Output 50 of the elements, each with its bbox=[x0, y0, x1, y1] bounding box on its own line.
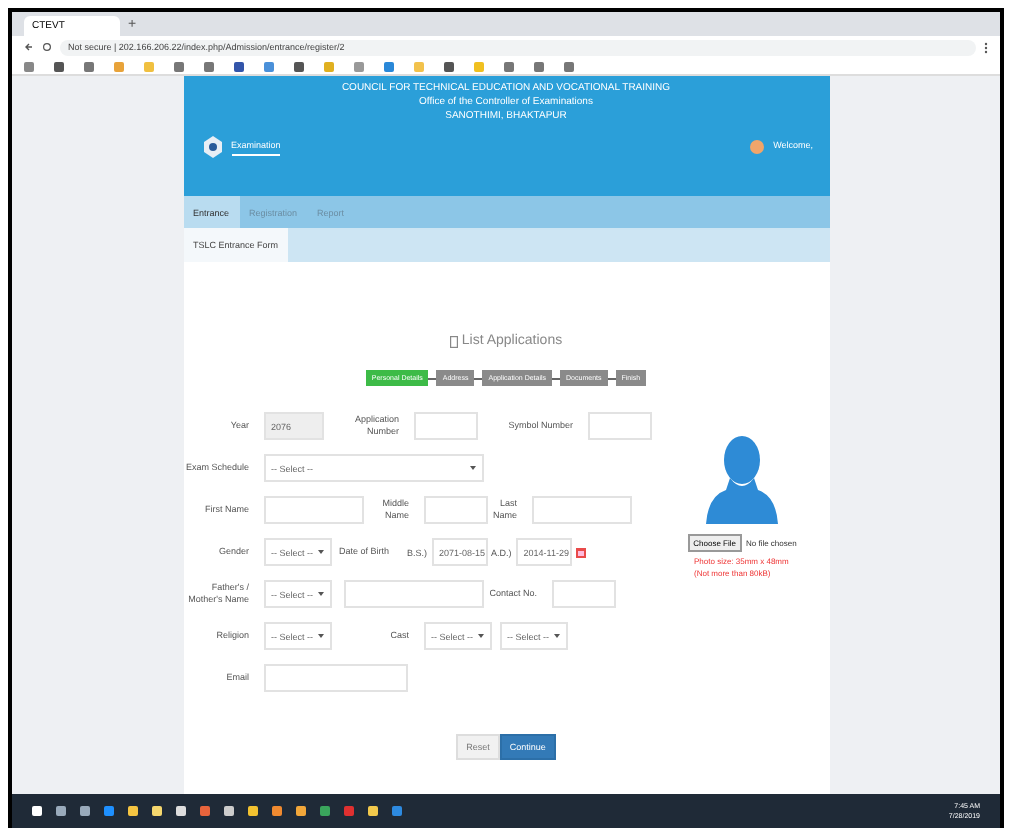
taskbar-app-icon[interactable] bbox=[152, 806, 162, 816]
bookmark-icon[interactable] bbox=[564, 61, 574, 71]
bookmark-icon[interactable] bbox=[24, 61, 34, 71]
avatar-icon bbox=[749, 140, 764, 154]
caret-icon bbox=[317, 550, 323, 554]
taskbar-app-icon[interactable] bbox=[248, 806, 258, 816]
taskbar-app-icon[interactable] bbox=[176, 806, 186, 816]
calendar-icon[interactable] bbox=[575, 547, 586, 557]
bookmark-icon[interactable] bbox=[84, 61, 94, 71]
taskbar-app-icon[interactable] bbox=[296, 806, 306, 816]
bookmark-icon[interactable] bbox=[174, 61, 184, 71]
taskbar-app-icon[interactable] bbox=[368, 806, 378, 816]
taskbar-app-icon[interactable] bbox=[320, 806, 330, 816]
taskbar-app-icon[interactable] bbox=[128, 806, 138, 816]
input-field[interactable] bbox=[263, 664, 407, 692]
caret-icon bbox=[477, 634, 483, 638]
bookmark-icon[interactable] bbox=[534, 61, 544, 71]
bookmark-icon[interactable] bbox=[384, 61, 394, 71]
input-field[interactable] bbox=[343, 580, 483, 608]
taskbar-app-icon[interactable] bbox=[104, 806, 114, 816]
input-field[interactable] bbox=[263, 496, 363, 524]
taskbar-app-icon[interactable] bbox=[200, 806, 210, 816]
input-field[interactable] bbox=[413, 412, 477, 440]
taskbar-app-icon[interactable] bbox=[272, 806, 282, 816]
taskbar-app-icon[interactable] bbox=[32, 806, 42, 816]
person-silhouette-icon bbox=[704, 434, 780, 524]
bookmark-icon[interactable] bbox=[54, 61, 64, 71]
bookmark-icon[interactable] bbox=[264, 61, 274, 71]
reload-icon[interactable] bbox=[42, 42, 52, 52]
taskbar-app-icon[interactable] bbox=[224, 806, 234, 816]
emblem-icon bbox=[203, 136, 221, 158]
input-field[interactable] bbox=[587, 412, 651, 440]
back-icon[interactable] bbox=[24, 42, 34, 52]
input-field[interactable] bbox=[531, 496, 631, 524]
caret-icon bbox=[553, 634, 559, 638]
input-field[interactable] bbox=[423, 496, 487, 524]
caret-icon bbox=[317, 634, 323, 638]
bookmark-icon[interactable] bbox=[204, 61, 214, 71]
input-field[interactable] bbox=[551, 580, 615, 608]
bookmark-icon[interactable] bbox=[294, 61, 304, 71]
taskbar-app-icon[interactable] bbox=[344, 806, 354, 816]
taskbar-app-icon[interactable] bbox=[392, 806, 402, 816]
bookmark-icon[interactable] bbox=[444, 61, 454, 71]
caret-icon bbox=[317, 592, 323, 596]
bookmark-icon[interactable] bbox=[504, 61, 514, 71]
list-icon bbox=[449, 335, 458, 347]
taskbar-app-icon[interactable] bbox=[56, 806, 66, 816]
taskbar-app-icon[interactable] bbox=[80, 806, 90, 816]
caret-icon bbox=[469, 466, 475, 470]
bookmark-icon[interactable] bbox=[234, 61, 244, 71]
